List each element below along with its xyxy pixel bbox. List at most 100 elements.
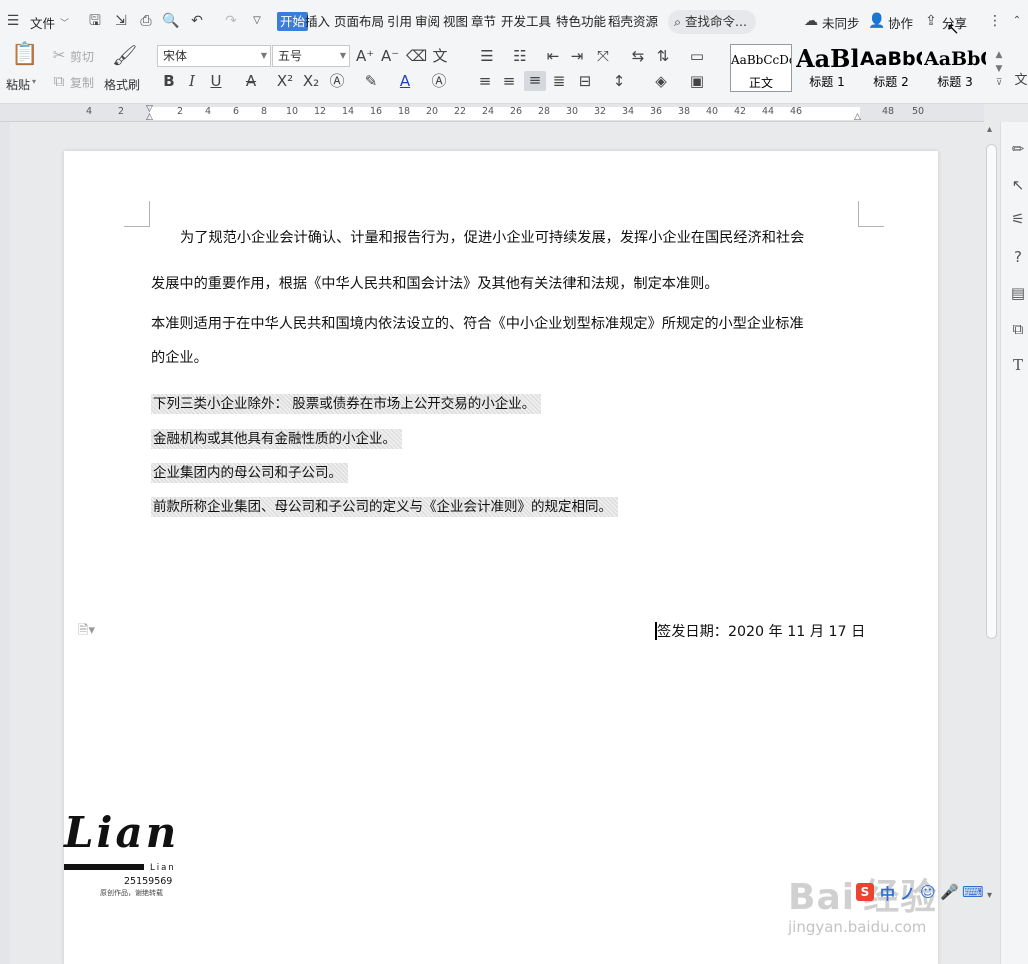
tab-developer[interactable]: 开发工具 (500, 12, 552, 31)
font-family-select[interactable]: 宋体 ▼ (157, 45, 271, 67)
numbered-list-icon[interactable]: ☷ (511, 47, 529, 65)
document-page[interactable]: 为了规范小企业会计确认、计量和报告行为，促进小企业可持续发展，发挥小企业在国民经… (64, 151, 938, 964)
phonetic-guide-icon[interactable]: 文 (431, 47, 449, 65)
ime-chinese-mode-icon[interactable]: 中 (880, 883, 895, 904)
cut-button[interactable]: 剪切 (70, 48, 94, 65)
tab-view[interactable]: 视图 (442, 12, 469, 31)
more-options-icon[interactable]: ⋮ (986, 12, 1004, 30)
tab-chapter[interactable]: 章节 (470, 12, 497, 31)
paragraph-2-line-2[interactable]: 的企业。 (151, 347, 208, 367)
text-tool-icon[interactable]: T (1009, 356, 1027, 374)
customize-quick-access-icon[interactable]: ▽ (248, 12, 266, 30)
style-heading-3[interactable]: AaBbC 标题 3 (924, 44, 986, 92)
distributed-align-icon[interactable]: ⊟ (576, 72, 594, 90)
paragraph-2-line-1[interactable]: 本准则适用于在中华人民共和国境内依法设立的、符合《中小企业划型标准规定》所规定的… (151, 313, 804, 333)
adjust-settings-icon[interactable]: ⚟ (1009, 210, 1027, 228)
scroll-up-icon[interactable]: ▴ (987, 124, 992, 135)
paste-dropdown-icon[interactable]: ▾ (32, 77, 36, 86)
align-left-icon[interactable]: ≡ (476, 72, 494, 90)
horizontal-ruler[interactable]: 4 2 2 4 6 8 10 12 14 16 18 20 22 24 26 2… (0, 104, 984, 122)
format-painter-button[interactable]: 格式刷 (104, 76, 140, 93)
ime-punctuation-icon[interactable]: ノ (900, 883, 915, 904)
ime-logo-icon[interactable]: S (856, 883, 874, 901)
subscript-icon[interactable]: X₂ (302, 72, 320, 90)
tab-references[interactable]: 引用 (386, 12, 413, 31)
shrink-font-icon[interactable]: A⁻ (381, 47, 399, 65)
strikethrough-icon[interactable]: A (242, 72, 260, 90)
copy-icon[interactable]: ⧉ (50, 72, 68, 90)
vertical-ruler[interactable] (0, 122, 10, 964)
sign-date[interactable]: 签发日期：2020 年 11 月 17 日 (657, 621, 865, 641)
undo-icon[interactable]: ↶ (188, 12, 206, 30)
bullet-list-icon[interactable]: ☰ (478, 47, 496, 65)
collapse-ribbon-icon[interactable]: ⌃ (1008, 12, 1026, 30)
text-tools-icon[interactable]: 文 (1012, 72, 1028, 90)
sort-icon[interactable]: ⇅ (654, 47, 672, 65)
character-border-icon[interactable]: Ⓐ (430, 72, 448, 90)
bold-icon[interactable]: B (160, 72, 178, 90)
redo-icon[interactable]: ↷ (222, 12, 240, 30)
clear-formatting-icon[interactable]: ⌫ (406, 47, 427, 65)
line-spacing-icon[interactable]: ↕ (610, 72, 628, 90)
copy-document-icon[interactable]: ⧉ (1009, 320, 1027, 338)
ime-keyboard-icon[interactable]: ⌨ (962, 883, 984, 901)
ime-emoji-icon[interactable]: ☺ (920, 883, 936, 901)
tab-docer-resources[interactable]: 稻壳资源 (607, 12, 659, 31)
file-menu-chevron-icon[interactable]: ﹀ (60, 16, 69, 29)
sync-status[interactable]: 未同步 (822, 13, 860, 32)
style-heading-2[interactable]: AaBbC 标题 2 (860, 44, 922, 92)
shading-icon[interactable]: ◈ (652, 72, 670, 90)
tab-review[interactable]: 审阅 (414, 12, 441, 31)
highlighted-line[interactable]: 前款所称企业集团、母公司和子公司的定义与《企业会计准则》的规定相同。 (151, 497, 618, 517)
hanging-indent-marker-icon[interactable]: △ (146, 112, 153, 122)
scroll-down-icon[interactable]: ▾ (987, 890, 992, 901)
save-icon[interactable]: 🖫 (86, 12, 104, 30)
underline-icon[interactable]: U (207, 72, 225, 90)
tab-special-features[interactable]: 特色功能 (555, 12, 607, 31)
tab-insert[interactable]: 插入 (304, 12, 331, 31)
print-icon[interactable]: ⎙ (137, 12, 155, 30)
grow-font-icon[interactable]: A⁺ (356, 47, 374, 65)
justify-icon[interactable]: ≣ (550, 72, 568, 90)
paste-button[interactable]: 粘贴 (6, 76, 30, 93)
format-painter-icon[interactable]: 🖌 (112, 45, 137, 70)
print-preview-icon[interactable]: 🔍 (162, 12, 180, 30)
cut-icon[interactable]: ✂ (50, 46, 68, 64)
borders-icon[interactable]: ▣ (688, 72, 706, 90)
paragraph-layout-icon[interactable]: 🗎▾ (78, 621, 95, 643)
text-effect-icon[interactable]: Ⓐ (328, 72, 346, 90)
highlighted-line[interactable]: 企业集团内的母公司和子公司。 (151, 463, 348, 483)
chinese-layout-icon[interactable]: ⤧ (594, 47, 612, 65)
styles-expand-icon[interactable]: ⊽ (990, 74, 1008, 92)
command-search-input[interactable]: ⌕ 查找命令... (668, 10, 756, 34)
font-size-select[interactable]: 五号 ▼ (272, 45, 350, 67)
superscript-icon[interactable]: X² (276, 72, 294, 90)
style-normal[interactable]: AaBbCcDd 正文 (730, 44, 792, 92)
help-icon[interactable]: ? (1009, 248, 1027, 266)
ime-voice-icon[interactable]: 🎤 (940, 883, 959, 901)
tab-page-layout[interactable]: 页面布局 (333, 12, 385, 31)
paragraph-1-line-1[interactable]: 为了规范小企业会计确认、计量和报告行为，促进小企业可持续发展，发挥小企业在国民经… (180, 227, 804, 247)
export-icon[interactable]: ⇲ (112, 12, 130, 30)
paragraph-1-line-2[interactable]: 发展中的重要作用，根据《中华人民共和国会计法》及其他有关法律和法规，制定本准则。 (151, 273, 719, 293)
copy-button[interactable]: 复制 (70, 74, 94, 91)
decrease-indent-icon[interactable]: ⇤ (544, 47, 562, 65)
font-color-icon[interactable]: A (396, 72, 414, 90)
increase-indent-icon[interactable]: ⇥ (568, 47, 586, 65)
highlighted-line[interactable]: 下列三类小企业除外： 股票或债券在市场上公开交易的小企业。 (151, 394, 542, 414)
document-check-icon[interactable]: ▤ (1009, 284, 1027, 302)
align-right-icon[interactable]: ≡ (524, 71, 546, 91)
collaborate-button[interactable]: 协作 (888, 13, 913, 32)
paste-icon[interactable]: 📋 (11, 44, 38, 72)
scrollbar-thumb[interactable] (986, 144, 997, 639)
hamburger-menu-icon[interactable]: ☰ (4, 12, 22, 30)
right-indent-marker-icon[interactable]: △ (854, 112, 861, 122)
style-heading-1[interactable]: AaBl 标题 1 (796, 44, 858, 92)
text-direction-icon[interactable]: ⇆ (629, 47, 647, 65)
highlighted-line[interactable]: 金融机构或其他具有金融性质的小企业。 (151, 429, 402, 449)
file-menu[interactable]: 文件 (30, 13, 55, 32)
select-tool-icon[interactable]: ↖ (1009, 176, 1027, 194)
show-marks-icon[interactable]: ▭ (688, 47, 706, 65)
pen-tool-icon[interactable]: ✏ (1009, 140, 1027, 158)
align-center-icon[interactable]: ≡ (500, 72, 518, 90)
